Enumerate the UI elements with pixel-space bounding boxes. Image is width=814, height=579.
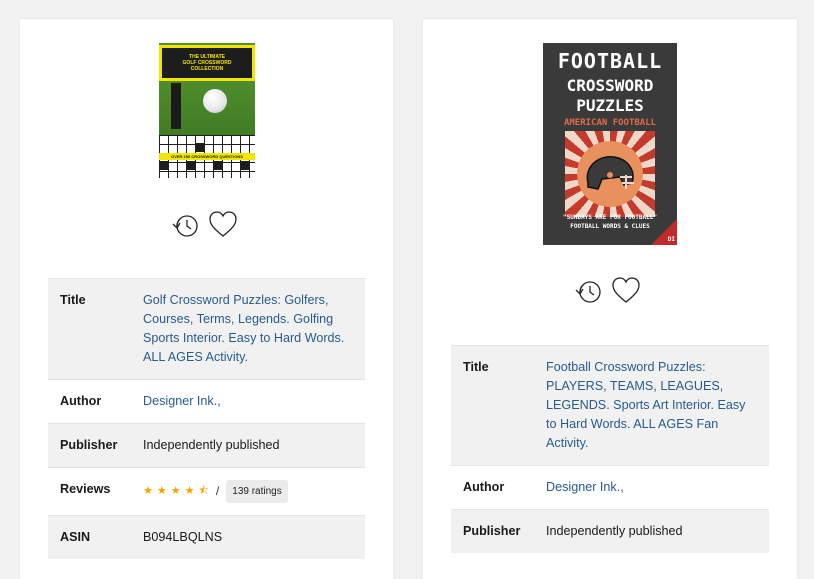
detail-label: Reviews [60, 482, 111, 496]
detail-value: Designer Ink., [546, 466, 769, 509]
wishlist-button[interactable] [611, 276, 641, 306]
detail-row-author: Author Designer Ink., [48, 379, 365, 423]
football-helmet-icon [586, 156, 634, 190]
cover-title-line: CROSSWORD [566, 76, 654, 95]
golf-ball-shape [203, 89, 227, 113]
product-card-football: FOOTBALL CROSSWORD PUZZLES AMERICAN FOOT… [423, 19, 797, 579]
detail-label: Author [463, 480, 505, 494]
clock-history-icon [172, 215, 198, 237]
author-link[interactable]: Designer Ink., [143, 394, 221, 408]
grid-block [159, 161, 168, 170]
publisher-value: Independently published [143, 438, 280, 452]
detail-label: Publisher [463, 524, 521, 538]
clock-history-icon [575, 281, 601, 303]
detail-row-publisher: Publisher Independently published [48, 423, 365, 467]
title-link[interactable]: Golf Crossword Puzzles: Golfers, Courses… [143, 293, 344, 364]
product-details-table: Title Golf Crossword Puzzles: Golfers, C… [48, 278, 365, 559]
detail-value: Football Crossword Puzzles: PLAYERS, TEA… [546, 346, 769, 465]
detail-value: Designer Ink., [143, 380, 365, 423]
title-link[interactable]: Football Crossword Puzzles: PLAYERS, TEA… [546, 360, 745, 450]
star-icon: ★ [143, 485, 153, 497]
card-actions [573, 276, 641, 306]
card-actions [170, 210, 238, 240]
cover-title-line: PUZZLES [576, 96, 644, 115]
grid-block [240, 161, 249, 170]
cover-subtitle: AMERICAN FOOTBALL [563, 118, 657, 128]
separator: / [215, 484, 220, 498]
cover-title-line: FOOTBALL [557, 49, 663, 73]
cover-title-line: COLLECTION [190, 66, 224, 72]
detail-row-reviews: Reviews ★ ★ ★ ★ ⯪ / 139 ratings [48, 467, 365, 515]
detail-label: Publisher [60, 438, 118, 452]
cover-banner: THE ULTIMATE GOLF CROSSWORD COLLECTION [159, 45, 255, 81]
history-button[interactable] [170, 210, 200, 240]
detail-label: ASIN [60, 530, 91, 544]
cover-corner-label: DI [667, 236, 675, 243]
detail-row-asin: ASIN B094LBQLNS [48, 515, 365, 559]
author-link[interactable]: Designer Ink., [546, 480, 624, 494]
detail-label: Title [463, 360, 489, 374]
grid-block [195, 143, 204, 152]
book-cover-image[interactable]: FOOTBALL CROSSWORD PUZZLES AMERICAN FOOT… [543, 43, 677, 245]
golf-hole-shape [171, 83, 181, 129]
history-button[interactable] [573, 276, 603, 306]
product-details-table: Title Football Crossword Puzzles: PLAYER… [451, 345, 769, 553]
heart-icon [209, 211, 237, 237]
detail-value: Golf Crossword Puzzles: Golfers, Courses… [143, 279, 365, 379]
rating-stars[interactable]: ★ ★ ★ ★ ⯪ / 139 ratings [143, 480, 353, 503]
detail-row-author: Author Designer Ink., [451, 465, 769, 509]
heart-icon [612, 277, 640, 303]
asin-value: B094LBQLNS [143, 530, 223, 544]
publisher-value: Independently published [546, 524, 683, 538]
half-star-icon: ⯪ [198, 485, 209, 497]
detail-row-title: Title Football Crossword Puzzles: PLAYER… [451, 345, 769, 465]
grid-block [186, 161, 195, 170]
star-icon: ★ [156, 485, 167, 497]
star-icon: ★ [184, 485, 195, 497]
detail-value: ★ ★ ★ ★ ⯪ / 139 ratings [143, 468, 365, 515]
star-icon: ★ [170, 485, 181, 497]
ratings-count-badge[interactable]: 139 ratings [226, 480, 288, 503]
cover-stripe: OVER 250 CROSSWORD QUESTIONS [159, 153, 255, 160]
wishlist-button[interactable] [208, 210, 238, 240]
product-card-golf: THE ULTIMATE GOLF CROSSWORD COLLECTION O… [20, 19, 393, 579]
book-cover-image[interactable]: THE ULTIMATE GOLF CROSSWORD COLLECTION O… [159, 43, 255, 178]
detail-row-title: Title Golf Crossword Puzzles: Golfers, C… [48, 278, 365, 379]
detail-row-publisher: Publisher Independently published [451, 509, 769, 553]
detail-label: Title [60, 293, 86, 307]
detail-label: Author [60, 394, 102, 408]
grid-block [213, 161, 222, 170]
